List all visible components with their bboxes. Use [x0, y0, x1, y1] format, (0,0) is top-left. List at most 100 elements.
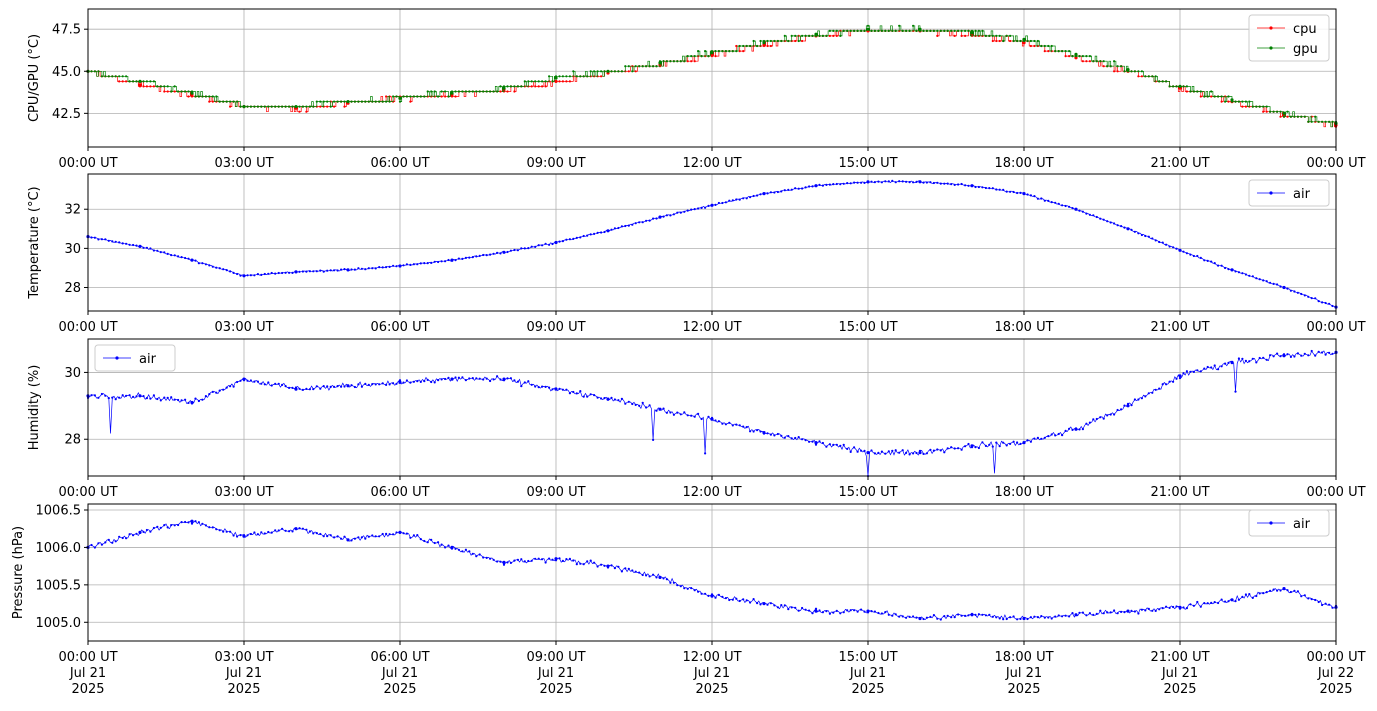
sample-dot	[866, 24, 870, 27]
sample-dot	[853, 446, 856, 449]
sample-dot	[1172, 85, 1175, 88]
sample-dot	[970, 29, 974, 32]
sample-dot	[1102, 218, 1105, 221]
sample-dot	[1016, 191, 1019, 195]
sample-dot	[1050, 201, 1053, 204]
sample-dot	[690, 414, 693, 417]
sample-dot	[1088, 213, 1091, 216]
sample-dot	[1286, 589, 1289, 592]
sample-dot	[880, 181, 884, 184]
x-tick-label: 18:00 UT	[994, 156, 1053, 171]
sample-dot	[974, 446, 977, 449]
legend-label-cpu: cpu	[1293, 22, 1317, 37]
sample-dot	[142, 395, 145, 398]
sample-dot	[1220, 365, 1223, 368]
sample-dot	[229, 530, 232, 533]
sample-dot	[430, 90, 433, 93]
sample-dot	[239, 105, 242, 108]
sample-dot	[1244, 105, 1247, 108]
sample-dot	[454, 259, 457, 262]
sample-dot	[1234, 100, 1237, 103]
sample-dot	[1050, 44, 1053, 48]
sample-dot	[1224, 100, 1227, 103]
sample-dot	[863, 449, 866, 452]
sample-dot	[669, 60, 672, 63]
sample-dot	[1022, 39, 1026, 43]
sample-dot	[385, 383, 388, 386]
sample-dot	[367, 100, 370, 103]
sample-dot	[1068, 55, 1071, 58]
sample-dot	[305, 270, 308, 273]
sample-dot	[1189, 90, 1192, 93]
sample-dot	[1009, 190, 1012, 193]
sample-dot	[426, 378, 429, 381]
sample-dot	[499, 90, 502, 93]
sample-dot	[242, 534, 246, 537]
sample-dot	[568, 392, 572, 395]
sample-dot	[797, 609, 800, 612]
sample-dot	[697, 50, 700, 53]
sample-dot	[1210, 260, 1213, 263]
sample-dot	[523, 560, 526, 563]
sample-dot	[1196, 600, 1199, 604]
sample-dot	[305, 110, 308, 113]
x-tick-label: 2025	[1007, 682, 1040, 697]
sample-dot	[929, 181, 932, 184]
sample-dot	[1002, 188, 1005, 191]
sample-dot	[138, 85, 142, 88]
sample-dot	[260, 531, 263, 534]
sample-dot	[385, 100, 388, 103]
sample-dot	[537, 80, 540, 83]
sample-dot	[502, 251, 506, 254]
sample-dot	[1293, 115, 1296, 118]
sample-dot	[1005, 34, 1008, 38]
sample-dot	[762, 432, 766, 435]
x-tick-label: 21:00 UT	[1150, 320, 1209, 335]
sample-dot	[1071, 428, 1074, 431]
sample-dot	[568, 238, 572, 241]
sample-dot	[1029, 440, 1032, 443]
sample-dot	[1019, 442, 1022, 445]
sample-dot	[277, 382, 280, 385]
sample-dot	[326, 105, 329, 108]
sample-dot	[853, 181, 856, 184]
x-tick-label: Jul 21	[1005, 666, 1042, 681]
sample-dot	[1272, 355, 1275, 358]
sample-dot	[1078, 611, 1081, 614]
sample-dot	[797, 436, 800, 439]
x-tick-label: 00:00 UT	[1306, 156, 1365, 171]
x-tick-label: 21:00 UT	[1150, 650, 1209, 665]
sample-dot	[801, 39, 804, 43]
sample-dot	[315, 100, 318, 103]
sample-dot	[204, 95, 207, 98]
sample-dot	[430, 538, 433, 542]
sample-dot	[239, 379, 242, 382]
sample-dot	[1227, 600, 1230, 603]
sample-dot	[957, 447, 960, 450]
sample-dot	[156, 397, 159, 401]
sample-dot	[665, 214, 669, 217]
sample-dot	[93, 236, 96, 239]
sample-dot	[998, 39, 1001, 43]
sample-dot	[565, 80, 568, 83]
x-tick-label: 12:00 UT	[682, 320, 741, 335]
sample-dot	[190, 402, 194, 405]
sample-dot	[652, 438, 655, 441]
sample-dot	[329, 385, 332, 388]
sample-dot	[1116, 224, 1119, 227]
sample-dot	[936, 448, 939, 451]
sample-dot	[870, 610, 873, 613]
sample-dot	[1255, 277, 1258, 280]
sample-dot	[378, 535, 381, 538]
sample-dot	[464, 548, 467, 551]
sample-dot	[645, 574, 648, 577]
sample-dot	[801, 187, 804, 190]
sample-dot	[180, 521, 183, 524]
sample-dot	[1019, 191, 1022, 194]
sample-dot	[1324, 301, 1327, 305]
legend-marker-air	[1269, 191, 1273, 195]
sample-dot	[90, 70, 93, 73]
sample-dot	[738, 424, 741, 427]
sample-dot	[1165, 80, 1168, 83]
sample-dot	[1074, 208, 1078, 211]
